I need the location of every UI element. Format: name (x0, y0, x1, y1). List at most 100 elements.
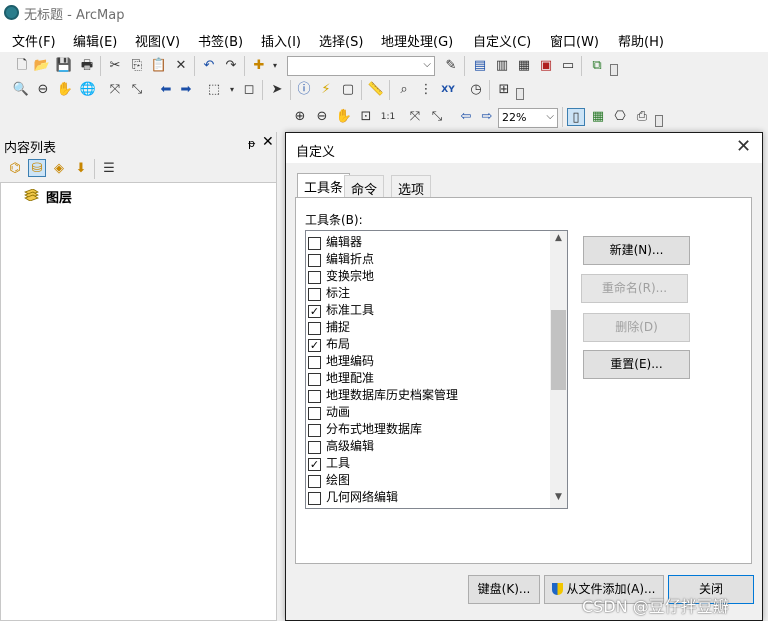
menu-bookmarks[interactable]: 书签(B) (198, 31, 243, 50)
keyboard-button[interactable]: 键盘(K)... (468, 575, 540, 604)
open-icon[interactable]: 📂 (33, 57, 51, 75)
menu-geoprocessing[interactable]: 地理处理(G) (381, 31, 453, 50)
layout-fixed-zoom-out-icon[interactable]: ⤡ (428, 108, 446, 126)
save-icon[interactable]: 💾 (55, 57, 73, 75)
checkbox[interactable] (308, 254, 321, 267)
list-by-drawing-order-icon[interactable]: ⌬ (6, 160, 24, 178)
scroll-down-icon[interactable]: ▼ (550, 492, 567, 502)
fixed-zoom-in-icon[interactable]: ⤧ (106, 81, 124, 99)
checkbox[interactable] (308, 288, 321, 301)
menu-selection[interactable]: 选择(S) (319, 31, 363, 50)
checkbox[interactable] (308, 441, 321, 454)
toolbar-overflow-grip[interactable] (655, 115, 663, 127)
checked-checkbox[interactable]: ✓ (308, 305, 321, 318)
checkbox[interactable] (308, 492, 321, 505)
search-window-icon[interactable]: ▦ (515, 57, 533, 75)
select-features-icon[interactable]: ⬚ (205, 81, 223, 99)
arctoolbox-icon[interactable]: ▣ (537, 57, 555, 75)
html-popup-icon[interactable]: ▢ (339, 81, 357, 99)
scrollbar-thumb[interactable] (551, 310, 566, 390)
redo-icon[interactable]: ↷ (222, 57, 240, 75)
checked-checkbox[interactable]: ✓ (308, 339, 321, 352)
find-binoculars-icon[interactable]: ⌕ (395, 81, 413, 99)
layout-fixed-zoom-in-icon[interactable]: ⤧ (406, 108, 424, 126)
go-back-icon[interactable]: ⬅ (157, 81, 175, 99)
list-by-source-icon[interactable]: ⛁ (28, 159, 46, 177)
tab-commands[interactable]: 命令 (344, 175, 385, 198)
new-toolbar-button[interactable]: 新建(N)... (583, 236, 690, 265)
modelbuilder-icon[interactable]: ⧉ (588, 57, 606, 75)
menu-edit[interactable]: 编辑(E) (73, 31, 117, 50)
menu-file[interactable]: 文件(F) (12, 31, 56, 50)
checkbox[interactable] (308, 373, 321, 386)
editor-toolbar-icon[interactable]: ✎ (442, 57, 460, 75)
delete-icon[interactable]: ✕ (172, 57, 190, 75)
zoom-100-percent-icon[interactable]: 1:1 (379, 108, 397, 126)
zoom-percent-combo[interactable]: 22% ⌵ (498, 108, 558, 128)
go-forward-icon[interactable]: ➡ (177, 81, 195, 99)
new-document-icon[interactable]: 🗋 (13, 57, 31, 75)
pin-icon[interactable]: ᵽ (248, 137, 255, 150)
layout-back-icon[interactable]: ⇦ (457, 108, 475, 126)
rename-toolbar-button[interactable]: 重命名(R)... (581, 274, 688, 303)
python-window-icon[interactable]: ▭ (559, 57, 577, 75)
checkbox[interactable] (308, 271, 321, 284)
paste-icon[interactable]: 📋 (150, 57, 168, 75)
menu-window[interactable]: 窗口(W) (550, 31, 599, 50)
create-viewer-window-icon[interactable]: ⊞ (495, 81, 513, 99)
layers-label[interactable]: 图层 (46, 187, 72, 206)
change-layout-icon[interactable]: ⎔ (611, 108, 629, 126)
table-of-contents-icon[interactable]: ▤ (471, 57, 489, 75)
checkbox[interactable] (308, 390, 321, 403)
toggle-draft-mode-icon[interactable]: ▯ (567, 108, 585, 126)
add-data-dropdown-icon[interactable]: ▾ (266, 57, 284, 75)
close-icon[interactable]: ✕ (736, 136, 751, 157)
cut-icon[interactable]: ✂ (106, 57, 124, 75)
list-by-visibility-icon[interactable]: ◈ (50, 160, 68, 178)
layout-forward-icon[interactable]: ⇨ (478, 108, 496, 126)
undo-icon[interactable]: ↶ (200, 57, 218, 75)
menu-customize[interactable]: 自定义(C) (473, 31, 531, 50)
menu-insert[interactable]: 插入(I) (261, 31, 301, 50)
menu-help[interactable]: 帮助(H) (618, 31, 664, 50)
options-icon[interactable]: ☰ (100, 160, 118, 178)
zoom-out-icon[interactable]: ⊖ (34, 81, 52, 99)
toolbars-listbox[interactable]: 编辑器 编辑折点 变换宗地 标注 ✓ 标准工具 捕捉 ✓ 布局 地理编码 地理配准 地理数据库历史档案… (305, 230, 568, 509)
fixed-zoom-out-icon[interactable]: ⤡ (128, 81, 146, 99)
checkbox[interactable] (308, 424, 321, 437)
data-driven-pages-icon[interactable]: ⎙ (633, 108, 651, 126)
checkbox[interactable] (308, 322, 321, 335)
checkbox[interactable] (308, 356, 321, 369)
focus-data-frame-icon[interactable]: ▦ (589, 108, 607, 126)
print-icon[interactable]: 🖶 (78, 57, 96, 75)
toolbar-overflow-grip[interactable] (610, 64, 618, 76)
map-scale-combo[interactable]: ⌵ (287, 56, 435, 76)
layout-zoom-in-icon[interactable]: ⊕ (291, 108, 309, 126)
checkbox[interactable] (308, 475, 321, 488)
reset-toolbar-button[interactable]: 重置(E)... (583, 350, 690, 379)
copy-icon[interactable]: ⎘ (128, 57, 146, 75)
select-dropdown-icon[interactable]: ▾ (223, 81, 241, 99)
scroll-up-icon[interactable]: ▲ (550, 233, 567, 243)
toolbar-overflow-grip[interactable] (516, 88, 524, 100)
close-icon[interactable]: ✕ (262, 134, 274, 150)
measure-icon[interactable]: 📏 (367, 81, 385, 99)
layout-pan-icon[interactable]: ✋ (335, 108, 353, 126)
checked-checkbox[interactable]: ✓ (308, 458, 321, 471)
go-to-xy-icon[interactable]: XY (439, 81, 457, 99)
menu-view[interactable]: 视图(V) (135, 31, 180, 50)
full-extent-icon[interactable]: 🌐 (79, 81, 97, 99)
zoom-in-icon[interactable]: 🔍 (12, 81, 30, 99)
list-by-selection-icon[interactable]: ⬇ (72, 160, 90, 178)
pan-hand-icon[interactable]: ✋ (56, 81, 74, 99)
hyperlink-icon[interactable]: ⚡ (317, 81, 335, 99)
catalog-icon[interactable]: ▥ (493, 57, 511, 75)
checkbox[interactable] (308, 237, 321, 250)
zoom-whole-page-icon[interactable]: ⊡ (357, 108, 375, 126)
layout-zoom-out-icon[interactable]: ⊖ (313, 108, 331, 126)
clear-selection-icon[interactable]: ◻ (240, 81, 258, 99)
checkbox[interactable] (308, 407, 321, 420)
time-slider-icon[interactable]: ◷ (467, 81, 485, 99)
select-elements-arrow-icon[interactable]: ➤ (268, 81, 286, 99)
find-route-icon[interactable]: ⋮ (417, 81, 435, 99)
